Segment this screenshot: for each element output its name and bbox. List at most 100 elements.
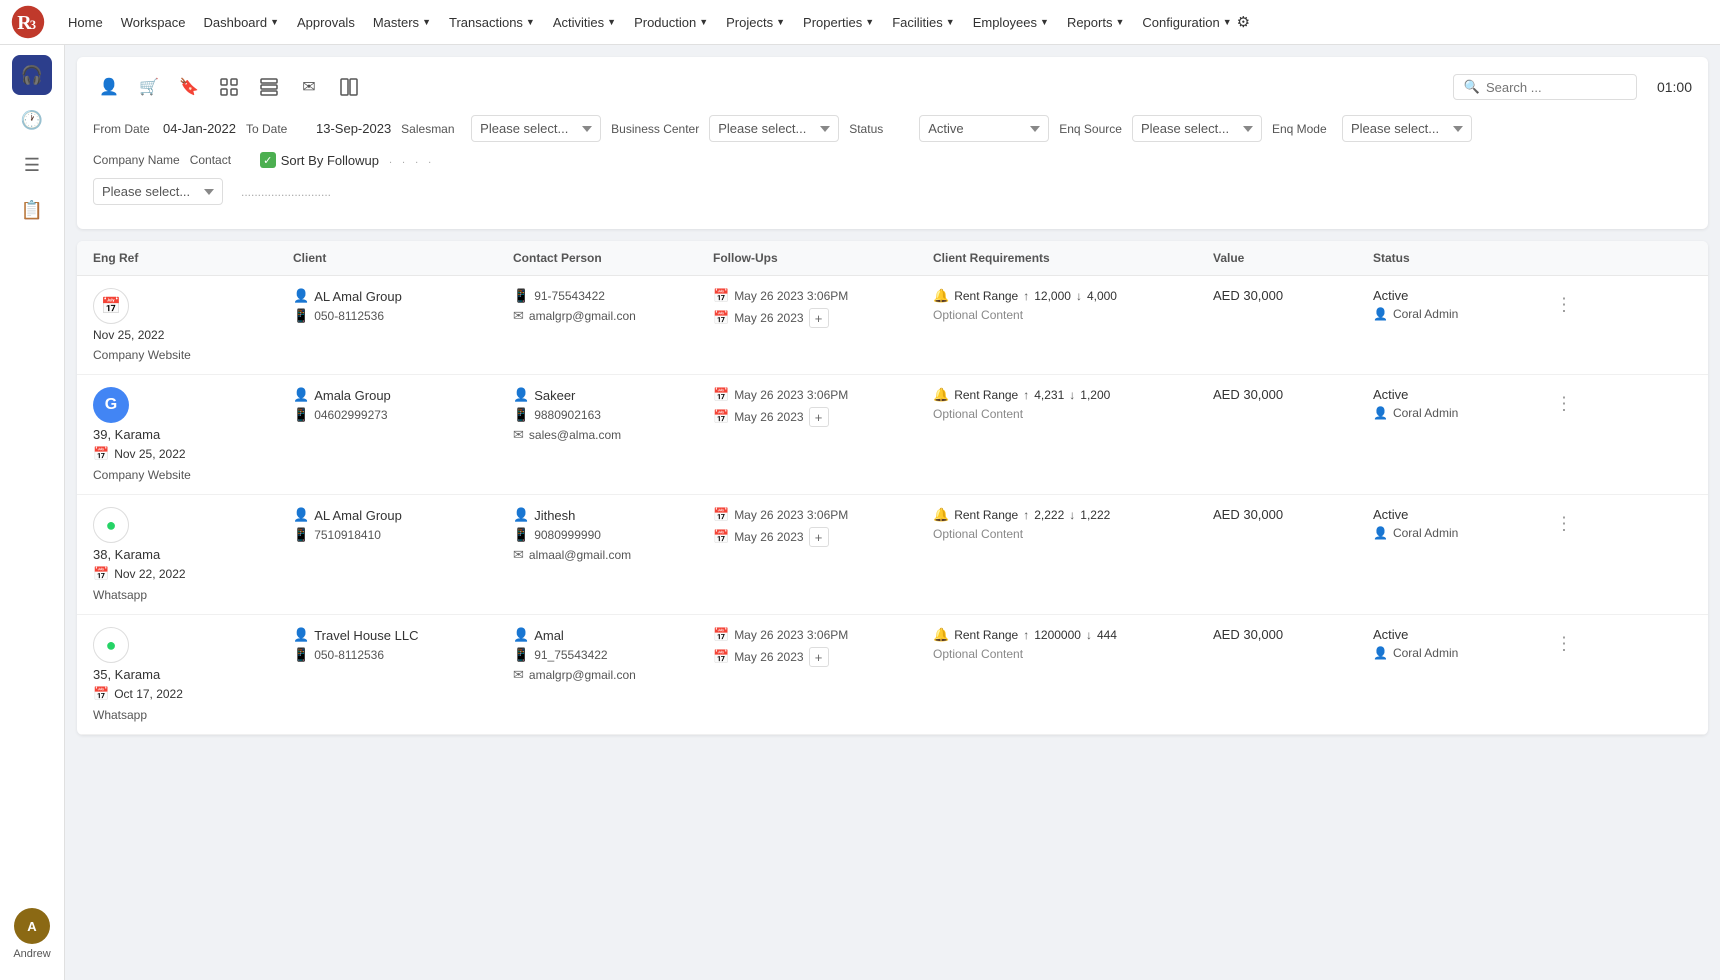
dot-separator-3: . [415, 154, 418, 166]
add-followup-btn-2[interactable]: + [809, 407, 829, 427]
properties-caret: ▼ [865, 17, 874, 27]
person-icon[interactable]: 👤 [93, 71, 125, 103]
nav-activities[interactable]: Activities▼ [545, 11, 624, 34]
contact-phone-4: 📱 91_75543422 [513, 647, 713, 663]
search-box: 🔍 [1453, 74, 1637, 100]
search-input[interactable] [1486, 80, 1626, 95]
phone-icon-1: 📱 [293, 308, 309, 324]
salesman-select[interactable]: Please select... [471, 115, 601, 142]
status-select[interactable]: Active [919, 115, 1049, 142]
sidebar-item-headset[interactable]: 🎧 [12, 55, 52, 95]
status-label: Status [849, 122, 909, 136]
business-center-label: Business Center [611, 122, 699, 136]
mail-icon[interactable]: ✉ [293, 71, 325, 103]
add-followup-btn-1[interactable]: + [809, 308, 829, 328]
masters-caret: ▼ [422, 17, 431, 27]
nav-transactions[interactable]: Transactions▼ [441, 11, 543, 34]
time-display: 01:00 [1657, 79, 1692, 95]
nav-employees[interactable]: Employees▼ [965, 11, 1057, 34]
followup-date-3b: 📅 May 26 2023 + [713, 527, 933, 547]
user-icon-3: 👤 [1373, 526, 1388, 540]
status-user-3: 👤 Coral Admin [1373, 526, 1573, 540]
nav-home[interactable]: Home [60, 11, 111, 34]
add-followup-btn-3[interactable]: + [809, 527, 829, 547]
dot-separator-4: . [428, 154, 431, 166]
sidebar-item-clock[interactable]: 🕐 [12, 100, 52, 140]
enq-mode-select[interactable]: Please select... [1342, 115, 1472, 142]
arrow-down-icon-4: ↓ [1086, 628, 1092, 642]
contact-email-4: ✉ amalgrp@gmail.con [513, 667, 713, 683]
sidebar: 🎧 🕐 ☰ 📋 A Andrew [0, 45, 65, 980]
avatar[interactable]: A [14, 908, 50, 944]
requirements-cell-3: 🔔 Rent Range ↑ 2,222 ↓ 1,222 Optional Co… [933, 507, 1213, 541]
more-options-btn-4[interactable]: ⋮ [1555, 633, 1573, 654]
client-name-3: 👤 AL Amal Group [293, 507, 513, 523]
contact-phone-3: 📱 9080999990 [513, 527, 713, 543]
company-select[interactable]: Please select... [93, 178, 223, 205]
followup-cal-icon-1b: 📅 [713, 310, 729, 326]
followup-date-1b: 📅 May 26 2023 + [713, 308, 933, 328]
client-person-icon-3: 👤 [293, 507, 309, 523]
dot-separator-1: . [389, 154, 392, 166]
followup-cell-4: 📅 May 26 2023 3:06PM 📅 May 26 2023 + [713, 627, 933, 667]
enq-source-select[interactable]: Please select... [1132, 115, 1262, 142]
contact-email-3: ✉ almaal@gmail.com [513, 547, 713, 563]
th-client-requirements: Client Requirements [933, 251, 1213, 265]
panel-icon[interactable] [333, 71, 365, 103]
bookmark-icon[interactable]: 🔖 [173, 71, 205, 103]
enq-mode-label: Enq Mode [1272, 122, 1332, 136]
arrow-down-icon-2: ↓ [1069, 388, 1075, 402]
nav-workspace[interactable]: Workspace [113, 11, 194, 34]
nav-masters[interactable]: Masters▼ [365, 11, 439, 34]
to-date-value: 13-Sep-2023 [316, 121, 391, 136]
followup-cal-icon-3b: 📅 [713, 529, 729, 545]
top-navigation: R 3 Home Workspace Dashboard▼ Approvals … [0, 0, 1720, 45]
contact-label: Contact [190, 153, 250, 167]
nav-projects[interactable]: Projects▼ [718, 11, 793, 34]
client-cell-1: 👤 AL Amal Group 📱 050-8112536 [293, 288, 513, 324]
nav-configuration[interactable]: Configuration▼⚙ [1134, 9, 1258, 35]
add-followup-btn-4[interactable]: + [809, 647, 829, 667]
optional-content-2: Optional Content [933, 407, 1213, 421]
eng-ref-cell-2: G 39, Karama 📅 Nov 25, 2022 Company Webs… [93, 387, 293, 482]
requirements-cell-2: 🔔 Rent Range ↑ 4,231 ↓ 1,200 Optional Co… [933, 387, 1213, 421]
nav-properties[interactable]: Properties▼ [795, 11, 882, 34]
arrow-up-icon-1: ↑ [1023, 289, 1029, 303]
svg-text:3: 3 [30, 18, 36, 32]
bell-icon-1: 🔔 [933, 288, 949, 304]
requirements-cell-1: 🔔 Rent Range ↑ 12,000 ↓ 4,000 Optional C… [933, 288, 1213, 322]
eng-ref-area-3: 38, Karama [93, 547, 293, 562]
whatsapp-icon-4: ● [93, 627, 129, 663]
sort-by-followup-checkbox[interactable]: ✓ Sort By Followup [260, 152, 379, 168]
followup-cell-2: 📅 May 26 2023 3:06PM 📅 May 26 2023 + [713, 387, 933, 427]
nav-facilities[interactable]: Facilities▼ [884, 11, 963, 34]
more-options-btn-2[interactable]: ⋮ [1555, 393, 1573, 414]
eng-ref-area-2: 39, Karama [93, 427, 293, 442]
th-eng-ref: Eng Ref [93, 251, 293, 265]
nav-reports[interactable]: Reports▼ [1059, 11, 1132, 34]
cart-icon[interactable]: 🛒 [133, 71, 165, 103]
followup-date-2b: 📅 May 26 2023 + [713, 407, 933, 427]
th-client: Client [293, 251, 513, 265]
more-options-btn-3[interactable]: ⋮ [1555, 513, 1573, 534]
contact-cell-2: 👤 Sakeer 📱 9880902163 ✉ sales@alma.com [513, 387, 713, 443]
nav-approvals[interactable]: Approvals [289, 11, 363, 34]
table-view-icon[interactable] [253, 71, 285, 103]
grid-view-icon[interactable] [213, 71, 245, 103]
nav-production[interactable]: Production▼ [626, 11, 716, 34]
sidebar-item-list[interactable]: ☰ [12, 145, 52, 185]
eng-ref-date-3: 📅 Nov 22, 2022 [93, 566, 293, 582]
more-options-btn-1[interactable]: ⋮ [1555, 294, 1573, 315]
followup-cal-icon-4b: 📅 [713, 649, 729, 665]
business-center-select[interactable]: Please select... [709, 115, 839, 142]
eng-ref-source-3: Whatsapp [93, 588, 293, 602]
sidebar-username: Andrew [13, 948, 50, 960]
mail-icon-1: ✉ [513, 308, 524, 324]
eng-ref-source-4: Whatsapp [93, 708, 293, 722]
sidebar-item-clipboard[interactable]: 📋 [12, 190, 52, 230]
phone-icon-2: 📱 [293, 407, 309, 423]
rent-range-4: 🔔 Rent Range ↑ 1200000 ↓ 444 [933, 627, 1213, 643]
mail-icon-2: ✉ [513, 427, 524, 443]
facilities-caret: ▼ [946, 17, 955, 27]
nav-dashboard[interactable]: Dashboard▼ [195, 11, 287, 34]
